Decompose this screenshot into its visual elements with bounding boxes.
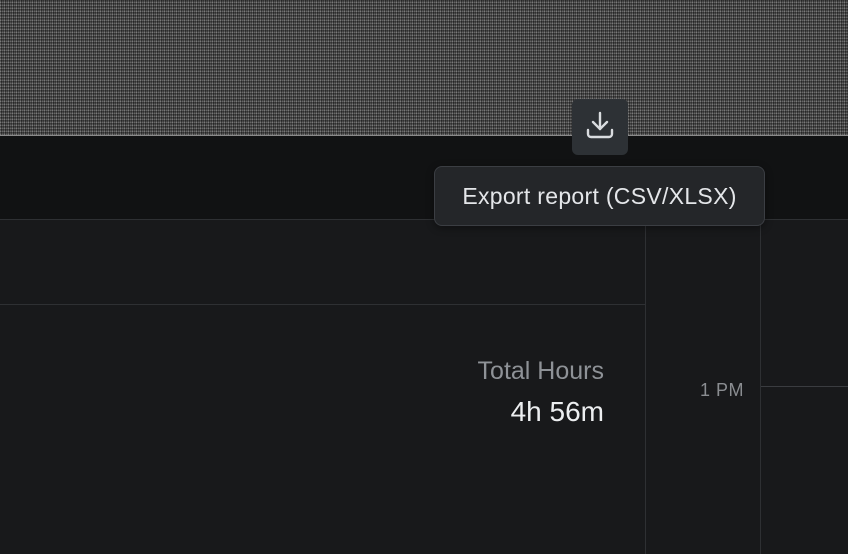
total-hours-label: Total Hours bbox=[477, 357, 604, 385]
report-toolbar bbox=[0, 220, 645, 305]
hour-label: 1 PM bbox=[699, 380, 744, 400]
summary-panel: Total Hours 4h 56m bbox=[0, 305, 645, 554]
export-tooltip: Export report (CSV/XLSX) bbox=[434, 166, 765, 226]
timeline-hours-column: 1 PM bbox=[645, 220, 761, 554]
desktop-background bbox=[0, 0, 848, 136]
total-hours-value: 4h 56m bbox=[510, 396, 604, 427]
export-report-button[interactable] bbox=[572, 99, 628, 155]
download-icon bbox=[583, 108, 617, 147]
hour-gridline bbox=[761, 386, 848, 387]
